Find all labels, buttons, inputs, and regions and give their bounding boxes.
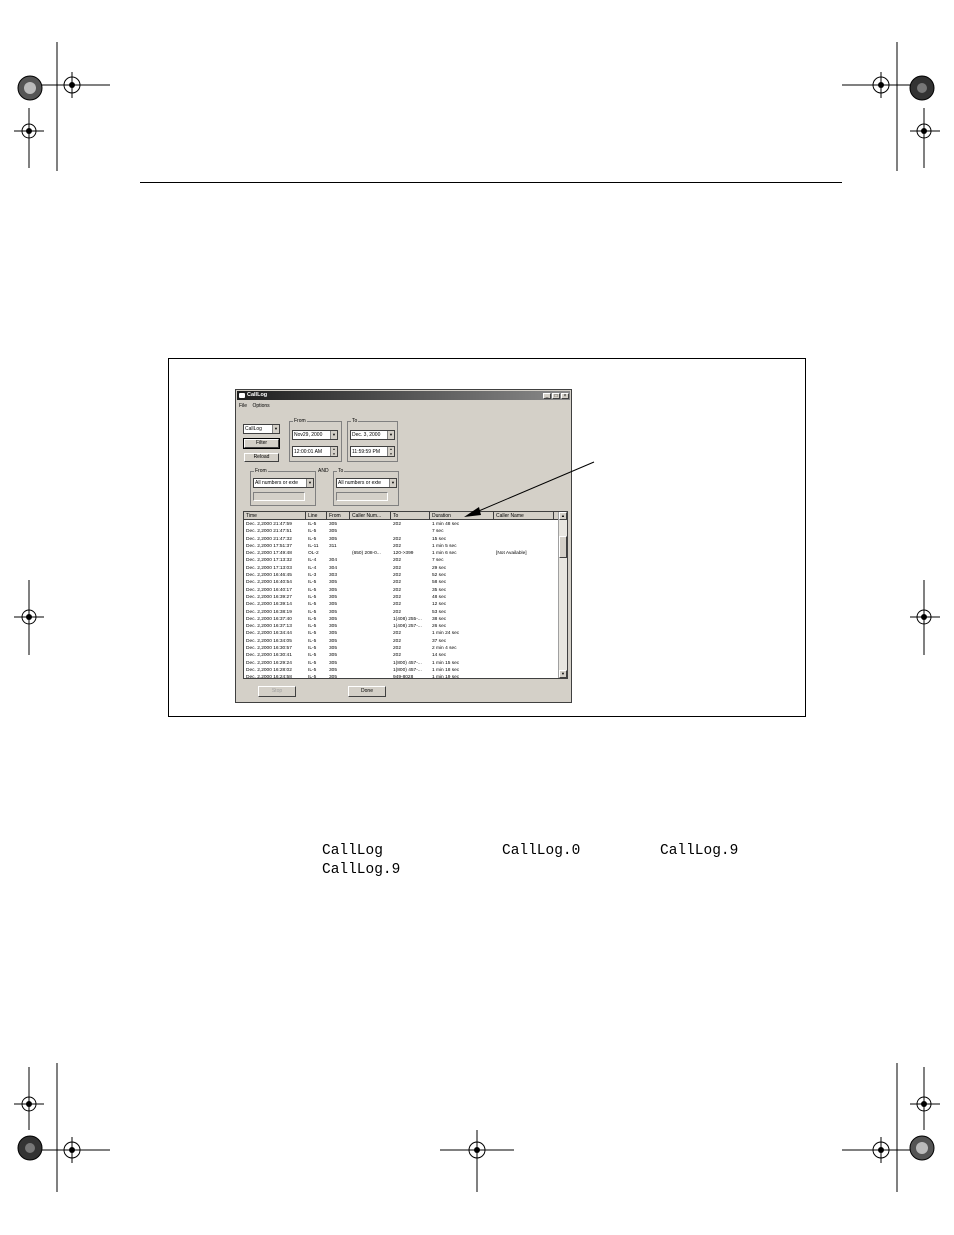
filename-calllog: CallLog bbox=[322, 843, 383, 859]
filename-calllog-9: CallLog.9 bbox=[660, 843, 739, 859]
arrowhead-icon bbox=[464, 507, 481, 517]
filename-calllog-9-second: CallLog.9 bbox=[322, 862, 401, 878]
callout-arrow bbox=[464, 461, 595, 517]
filename-calllog-0: CallLog.0 bbox=[502, 843, 581, 859]
